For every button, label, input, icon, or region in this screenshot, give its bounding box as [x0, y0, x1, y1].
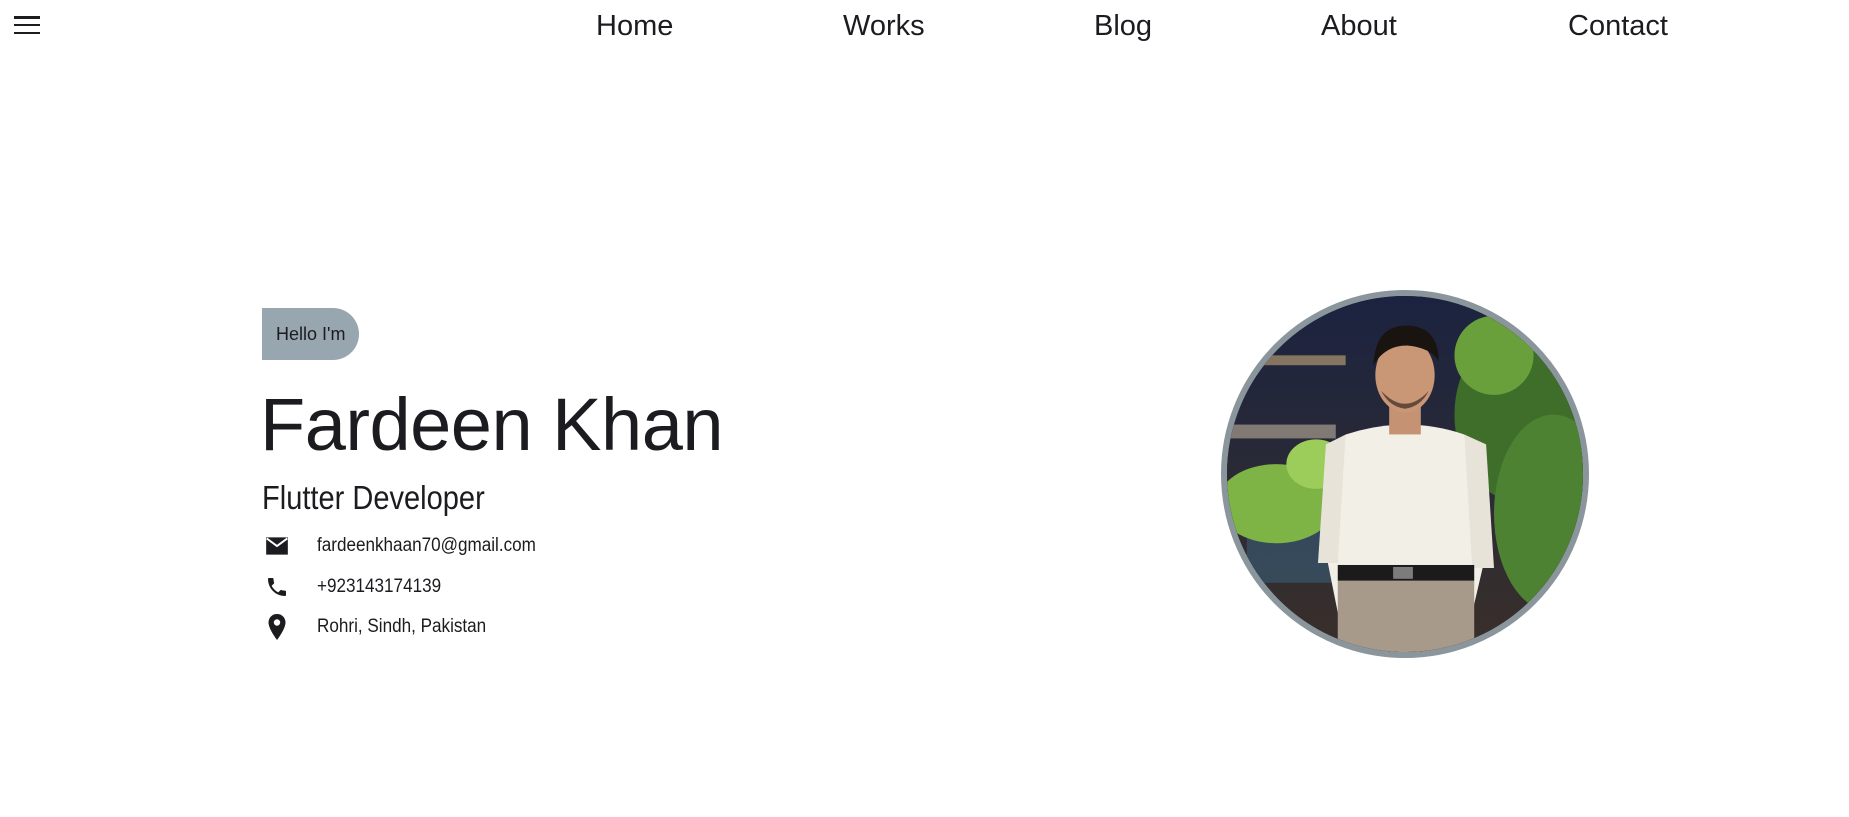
location-pin-icon — [262, 612, 292, 642]
nav-item-works[interactable]: Works — [843, 6, 925, 46]
nav-item-contact[interactable]: Contact — [1568, 6, 1668, 46]
contact-phone-row: +923143174139 — [262, 571, 441, 603]
contact-location: Rohri, Sindh, Pakistan — [317, 616, 487, 637]
profile-photo — [1221, 290, 1589, 658]
contact-phone[interactable]: +923143174139 — [317, 576, 441, 598]
profile-photo-illustration — [1227, 296, 1583, 652]
contact-location-row: Rohri, Sindh, Pakistan — [262, 611, 486, 643]
greeting-badge: Hello I'm — [262, 308, 360, 360]
hero-name: Fardeen Khan — [260, 383, 724, 466]
nav-item-about[interactable]: About — [1321, 6, 1397, 46]
contact-email[interactable]: fardeenkhaan70@gmail.com — [317, 535, 536, 557]
top-navigation: Home Works Blog About Contact — [0, 6, 1849, 46]
nav-item-blog[interactable]: Blog — [1094, 6, 1152, 46]
mail-icon — [262, 531, 292, 561]
nav-item-home[interactable]: Home — [596, 6, 673, 46]
hero-role: Flutter Developer — [262, 479, 485, 516]
contact-email-row: fardeenkhaan70@gmail.com — [262, 530, 536, 562]
page: Home Works Blog About Contact Hello I'm … — [0, 0, 1849, 817]
phone-icon — [262, 572, 292, 602]
